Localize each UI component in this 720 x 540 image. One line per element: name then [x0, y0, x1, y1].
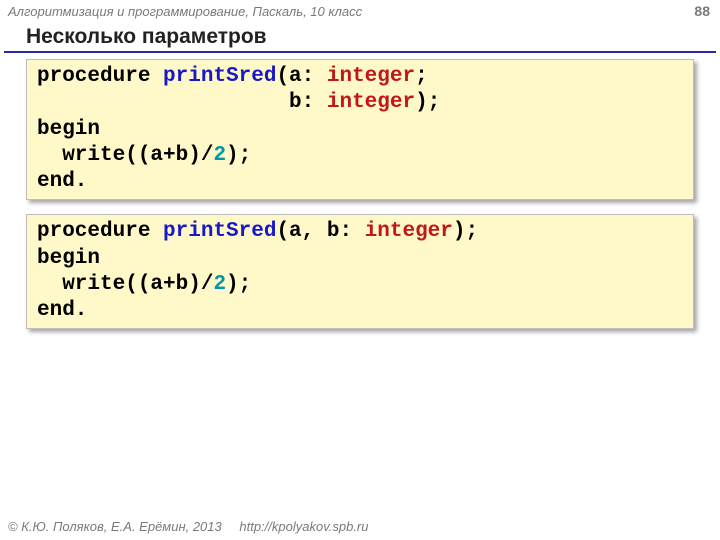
code-text: b:	[37, 91, 327, 114]
code-number: 2	[213, 144, 226, 167]
code-text: );	[226, 144, 251, 167]
code-block-1: procedure printSred(a: integer; b: integ…	[26, 59, 694, 200]
footer-url: http://kpolyakov.spb.ru	[239, 519, 368, 534]
code-identifier: printSred	[163, 65, 276, 88]
slide-header: Алгоритмизация и программирование, Паска…	[0, 0, 720, 22]
code-block-2: procedure printSred(a, b: integer); begi…	[26, 214, 694, 329]
code-text: procedure	[37, 65, 163, 88]
code-type: integer	[327, 91, 415, 114]
code-text: );	[453, 220, 478, 243]
code-text: ;	[415, 65, 428, 88]
code-text: (a, b:	[276, 220, 364, 243]
code-text: procedure	[37, 220, 163, 243]
course-title: Алгоритмизация и программирование, Паска…	[8, 4, 362, 19]
code-text: end.	[37, 170, 87, 193]
code-text: write((a+b)/	[37, 273, 213, 296]
code-text: begin	[37, 247, 100, 270]
code-text: (a:	[276, 65, 326, 88]
copyright: © К.Ю. Поляков, Е.А. Ерёмин, 2013	[8, 519, 222, 534]
page-number: 88	[694, 3, 710, 19]
slide-footer: © К.Ю. Поляков, Е.А. Ерёмин, 2013 http:/…	[8, 519, 368, 534]
code-type: integer	[365, 220, 453, 243]
title-row: Несколько параметров	[0, 22, 720, 51]
code-identifier: printSred	[163, 220, 276, 243]
code-area: procedure printSred(a: integer; b: integ…	[0, 59, 720, 329]
title-underline	[4, 51, 716, 53]
code-text: begin	[37, 118, 100, 141]
code-number: 2	[213, 273, 226, 296]
page-title: Несколько параметров	[26, 25, 720, 49]
code-type: integer	[327, 65, 415, 88]
code-text: );	[226, 273, 251, 296]
code-text: end.	[37, 299, 87, 322]
code-text: write((a+b)/	[37, 144, 213, 167]
code-text: );	[415, 91, 440, 114]
